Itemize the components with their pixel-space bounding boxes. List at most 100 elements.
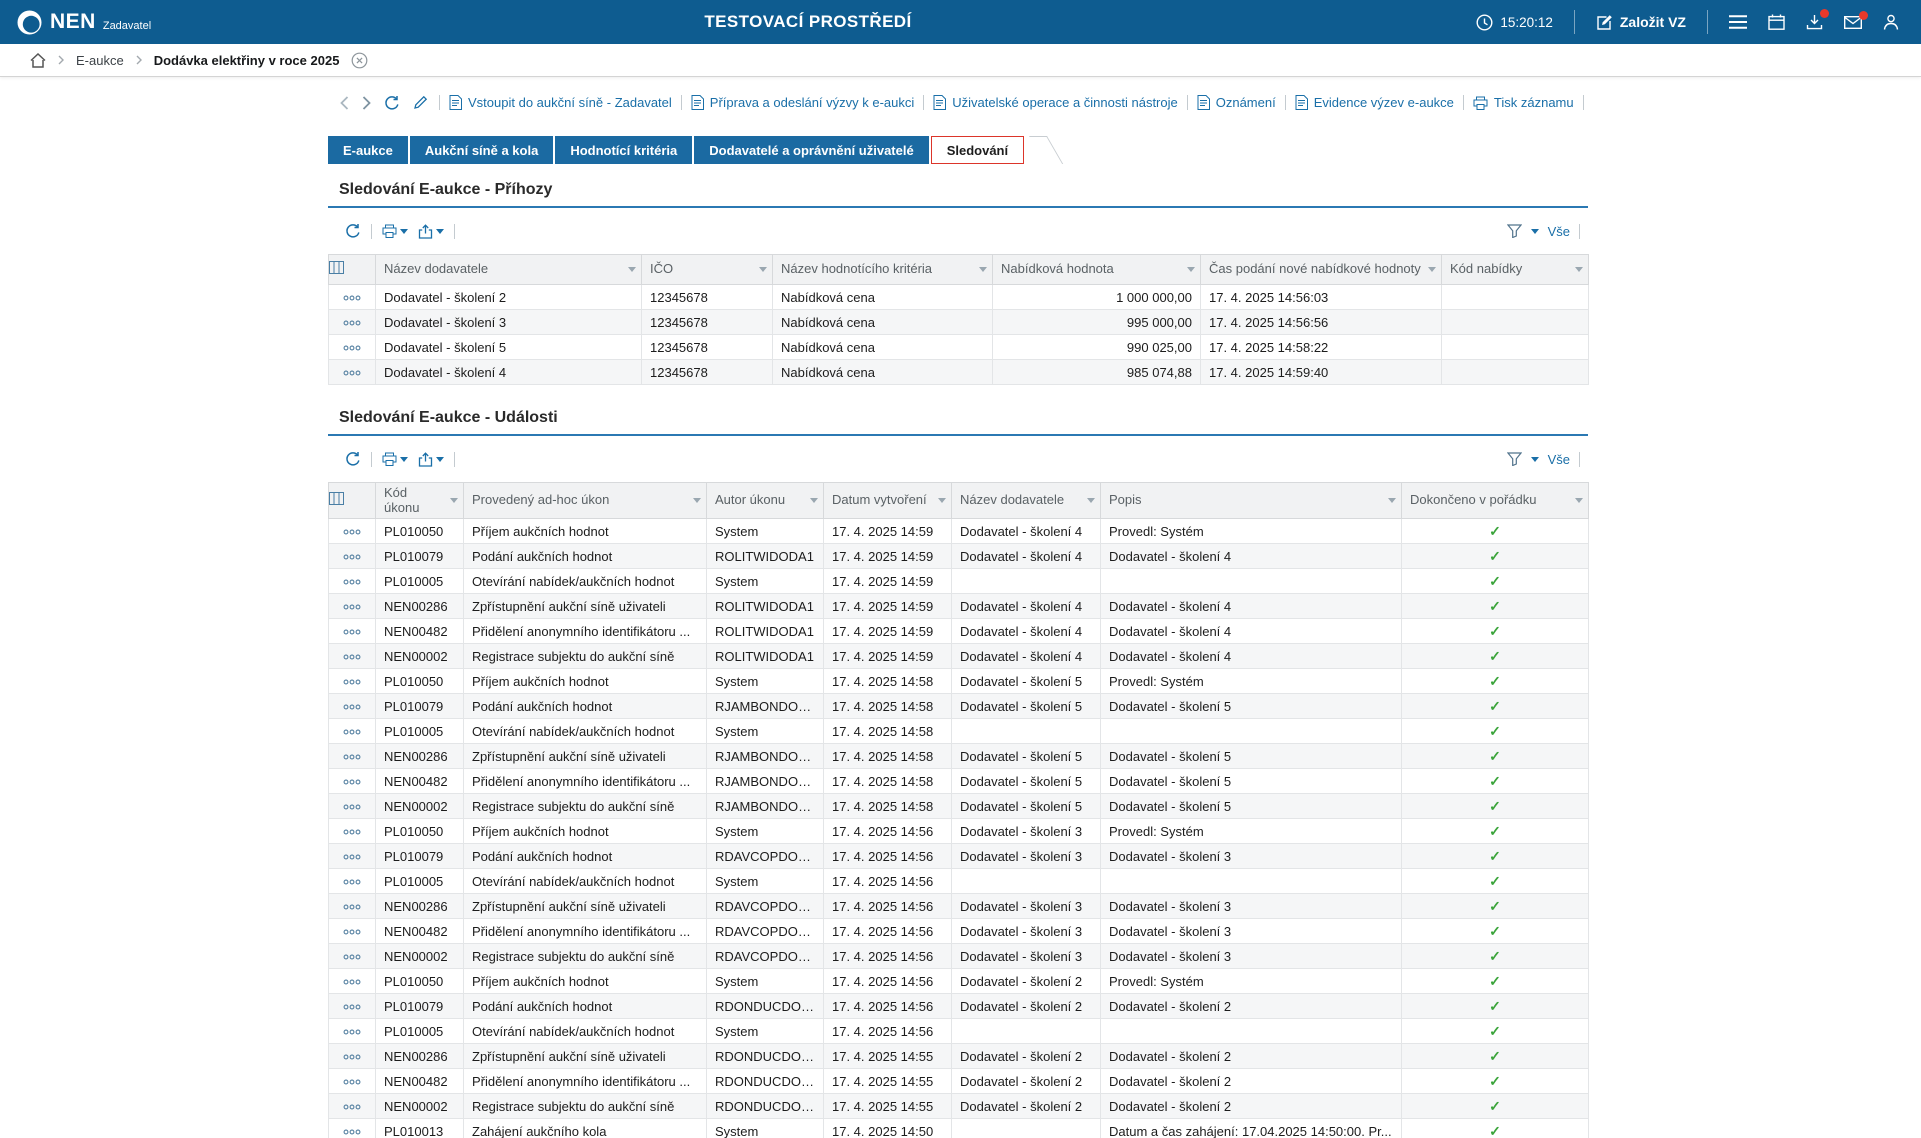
row-menu-icon[interactable] — [343, 579, 361, 585]
tab-sledovani[interactable]: Sledování — [931, 136, 1024, 164]
nav-forward-icon[interactable] — [360, 96, 373, 110]
row-menu-icon[interactable] — [343, 829, 361, 835]
chevron-down-icon[interactable] — [1531, 457, 1539, 462]
tab-hodnotici-kriteria[interactable]: Hodnotící kritéria — [555, 136, 692, 164]
row-menu-icon[interactable] — [343, 295, 361, 301]
edit-record-icon[interactable] — [411, 95, 430, 110]
row-menu-icon[interactable] — [343, 729, 361, 735]
events-table-row[interactable]: PL010005 Otevírání nabídek/aukčních hodn… — [329, 869, 1589, 894]
events-table-row[interactable]: PL010050 Příjem aukčních hodnot System 1… — [329, 669, 1589, 694]
row-menu-icon[interactable] — [343, 1129, 361, 1135]
row-menu-icon[interactable] — [343, 370, 361, 376]
events-table-row[interactable]: NEN00482 Přidělení anonymního identifiká… — [329, 619, 1589, 644]
row-menu-icon[interactable] — [343, 904, 361, 910]
menu-icon[interactable] — [1729, 15, 1747, 29]
bids-table-row[interactable]: Dodavatel - školení 2 12345678 Nabídková… — [329, 285, 1589, 310]
events-table-row[interactable]: PL010079 Podání aukčních hodnot ROLITWID… — [329, 544, 1589, 569]
filter-caret-icon[interactable] — [1087, 498, 1095, 503]
events-table-row[interactable]: NEN00002 Registrace subjektu do aukční s… — [329, 944, 1589, 969]
events-table-row[interactable]: NEN00482 Přidělení anonymního identifiká… — [329, 1069, 1589, 1094]
grid-refresh-icon[interactable] — [345, 451, 361, 467]
tab-e-aukce[interactable]: E-aukce — [328, 136, 408, 164]
row-menu-icon[interactable] — [343, 320, 361, 326]
row-menu-icon[interactable] — [343, 1079, 361, 1085]
column-chooser-button[interactable] — [329, 483, 376, 519]
col-supplier[interactable]: Název dodavatele — [376, 255, 642, 285]
link-print-record[interactable]: Tisk záznamu — [1473, 95, 1574, 110]
row-menu-icon[interactable] — [343, 629, 361, 635]
row-menu-icon[interactable] — [343, 1004, 361, 1010]
col-description[interactable]: Popis — [1101, 483, 1402, 519]
link-notifications[interactable]: Oznámení — [1197, 95, 1276, 110]
row-menu-icon[interactable] — [343, 604, 361, 610]
row-menu-icon[interactable] — [343, 929, 361, 935]
filter-caret-icon[interactable] — [1575, 267, 1583, 272]
events-table-row[interactable]: NEN00482 Přidělení anonymního identifiká… — [329, 919, 1589, 944]
filter-caret-icon[interactable] — [693, 498, 701, 503]
row-menu-icon[interactable] — [343, 754, 361, 760]
events-table-row[interactable]: PL010079 Podání aukčních hodnot RJAMBOND… — [329, 694, 1589, 719]
events-table-row[interactable]: PL010005 Otevírání nabídek/aukčních hodn… — [329, 1019, 1589, 1044]
events-table-row[interactable]: PL010050 Příjem aukčních hodnot System 1… — [329, 969, 1589, 994]
filter-icon[interactable] — [1507, 452, 1522, 466]
filter-caret-icon[interactable] — [1388, 498, 1396, 503]
show-all-link[interactable]: Vše — [1548, 224, 1570, 239]
row-menu-icon[interactable] — [343, 954, 361, 960]
row-menu-icon[interactable] — [343, 1029, 361, 1035]
grid-export-button[interactable] — [418, 452, 444, 467]
row-menu-icon[interactable] — [343, 345, 361, 351]
events-table-row[interactable]: NEN00002 Registrace subjektu do aukční s… — [329, 644, 1589, 669]
nen-logo[interactable]: NEN Zadavatel — [16, 9, 151, 36]
chevron-down-icon[interactable] — [1531, 229, 1539, 234]
tab-aukcni-sine-a-kola[interactable]: Aukční síně a kola — [410, 136, 553, 164]
col-action[interactable]: Provedený ad-hoc úkon — [464, 483, 707, 519]
col-supplier[interactable]: Název dodavatele — [952, 483, 1101, 519]
tab-dodavatele-a-opravneni[interactable]: Dodavatelé a oprávnění uživatelé — [694, 136, 928, 164]
link-enter-auction-hall[interactable]: Vstoupit do aukční síně - Zadavatel — [449, 95, 672, 110]
filter-caret-icon[interactable] — [810, 498, 818, 503]
breadcrumb-item-e-aukce[interactable]: E-aukce — [76, 53, 124, 68]
filter-caret-icon[interactable] — [979, 267, 987, 272]
column-chooser-button[interactable] — [329, 255, 376, 285]
events-table-row[interactable]: NEN00286 Zpřístupnění aukční síně uživat… — [329, 1044, 1589, 1069]
nav-back-icon[interactable] — [338, 96, 351, 110]
row-menu-icon[interactable] — [343, 854, 361, 860]
col-ico[interactable]: IČO — [642, 255, 773, 285]
filter-icon[interactable] — [1507, 224, 1522, 238]
filter-caret-icon[interactable] — [759, 267, 767, 272]
create-vz-button[interactable]: Založit VZ — [1596, 14, 1686, 31]
events-table-row[interactable]: PL010079 Podání aukčních hodnot RDAVCOPD… — [329, 844, 1589, 869]
grid-refresh-icon[interactable] — [345, 223, 361, 239]
row-menu-icon[interactable] — [343, 779, 361, 785]
col-created[interactable]: Datum vytvoření — [824, 483, 952, 519]
downloads-button[interactable] — [1806, 14, 1823, 30]
row-menu-icon[interactable] — [343, 1104, 361, 1110]
row-menu-icon[interactable] — [343, 1054, 361, 1060]
bids-table-row[interactable]: Dodavatel - školení 5 12345678 Nabídková… — [329, 335, 1589, 360]
user-icon[interactable] — [1883, 14, 1899, 30]
link-call-records[interactable]: Evidence výzev e-aukce — [1295, 95, 1454, 110]
events-table-row[interactable]: NEN00286 Zpřístupnění aukční síně uživat… — [329, 744, 1589, 769]
col-author[interactable]: Autor úkonu — [707, 483, 824, 519]
home-icon[interactable] — [30, 53, 46, 68]
row-menu-icon[interactable] — [343, 804, 361, 810]
filter-caret-icon[interactable] — [628, 267, 636, 272]
bids-table-row[interactable]: Dodavatel - školení 3 12345678 Nabídková… — [329, 310, 1589, 335]
bids-table-row[interactable]: Dodavatel - školení 4 12345678 Nabídková… — [329, 360, 1589, 385]
events-table-row[interactable]: NEN00286 Zpřístupnění aukční síně uživat… — [329, 594, 1589, 619]
events-table-row[interactable]: PL010050 Příjem aukčních hodnot System 1… — [329, 519, 1589, 544]
calendar-icon[interactable] — [1768, 14, 1785, 30]
close-record-icon[interactable] — [351, 52, 368, 69]
events-table-row[interactable]: PL010005 Otevírání nabídek/aukčních hodn… — [329, 569, 1589, 594]
col-criterion[interactable]: Název hodnotícího kritéria — [773, 255, 993, 285]
filter-caret-icon[interactable] — [938, 498, 946, 503]
col-bid-value[interactable]: Nabídková hodnota — [993, 255, 1201, 285]
row-menu-icon[interactable] — [343, 679, 361, 685]
messages-button[interactable] — [1844, 16, 1862, 29]
filter-caret-icon[interactable] — [1428, 267, 1436, 272]
row-menu-icon[interactable] — [343, 979, 361, 985]
events-table-row[interactable]: PL010079 Podání aukčních hodnot RDONDUCD… — [329, 994, 1589, 1019]
events-table-row[interactable]: NEN00002 Registrace subjektu do aukční s… — [329, 794, 1589, 819]
link-prepare-send-call[interactable]: Příprava a odeslání výzvy k e-aukci — [691, 95, 914, 110]
filter-caret-icon[interactable] — [1575, 498, 1583, 503]
